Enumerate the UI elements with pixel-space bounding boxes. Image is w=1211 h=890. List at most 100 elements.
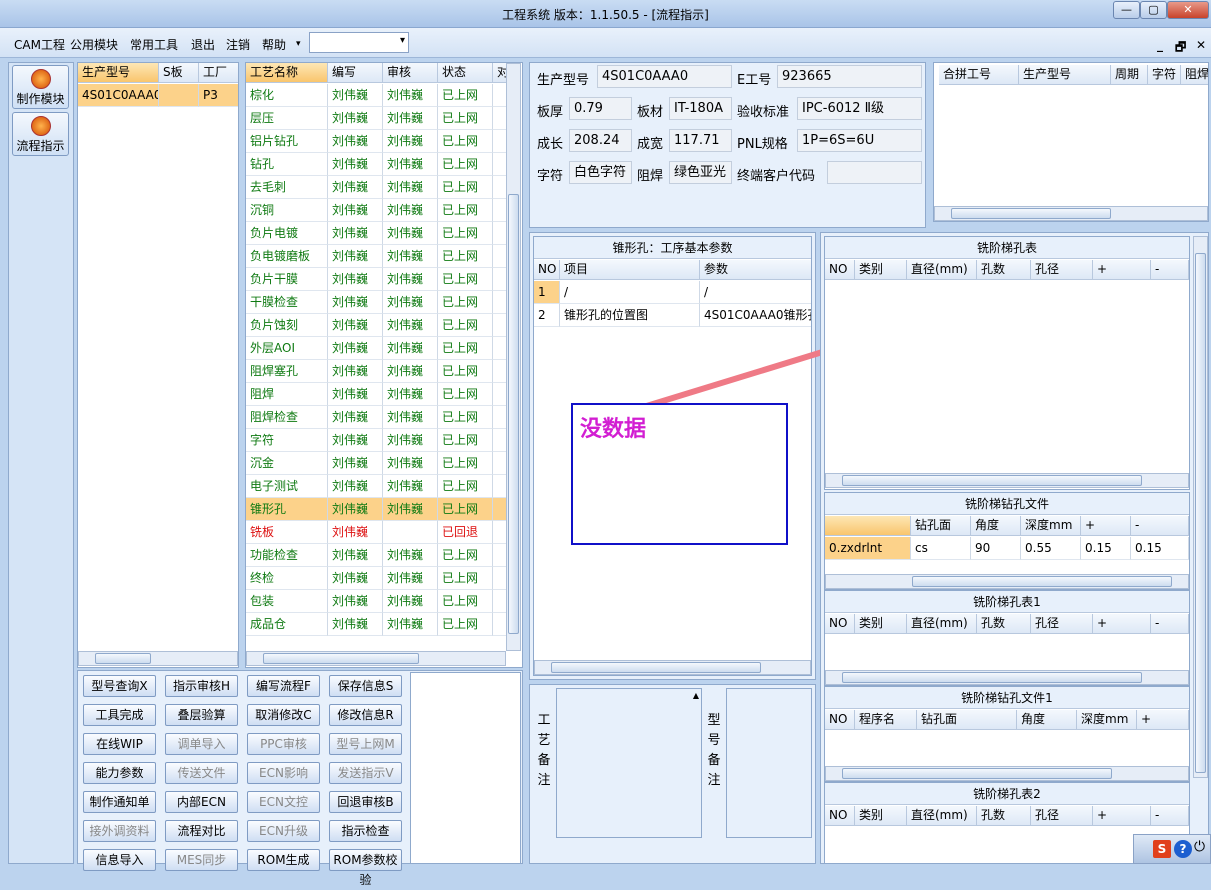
col-d1-plus[interactable]: + — [1137, 710, 1189, 730]
extra-cell[interactable] — [493, 452, 507, 475]
action-button[interactable]: 在线WIP — [83, 733, 156, 755]
input-method-icon[interactable]: S — [1153, 840, 1171, 858]
col-merge-mask[interactable]: 阻焊 — [1181, 65, 1208, 85]
col-drill-face[interactable]: 钻孔面 — [911, 516, 971, 536]
col-diameter[interactable]: 直径(mm) — [907, 614, 977, 634]
col-diameter[interactable]: 直径(mm) — [907, 806, 977, 826]
writer-cell[interactable]: 刘伟巍 — [328, 84, 383, 107]
minimize-button[interactable]: — — [1113, 1, 1140, 19]
pnl-field[interactable]: 1P=6S=6U — [797, 129, 922, 152]
params-row-no[interactable]: 2 — [534, 304, 560, 327]
writer-cell[interactable]: 刘伟巍 — [328, 590, 383, 613]
writer-cell[interactable]: 刘伟巍 — [328, 498, 383, 521]
status-cell[interactable]: 已上网 — [438, 107, 493, 130]
writer-cell[interactable]: 刘伟巍 — [328, 314, 383, 337]
status-cell[interactable]: 已上网 — [438, 268, 493, 291]
menu-exit[interactable]: 退出 — [191, 36, 215, 53]
writer-cell[interactable]: 刘伟巍 — [328, 268, 383, 291]
action-button[interactable]: 信息导入 — [83, 849, 156, 871]
sidebar-make-module[interactable]: 制作模块 — [12, 65, 69, 109]
process-name-cell[interactable]: 功能检查 — [246, 544, 328, 567]
extra-cell[interactable] — [493, 107, 507, 130]
reviewer-cell[interactable]: 刘伟巍 — [383, 107, 438, 130]
mill-drill1-hscroll[interactable] — [825, 766, 1189, 781]
action-button[interactable]: 调单导入 — [165, 733, 238, 755]
action-button[interactable]: 工具完成 — [83, 704, 156, 726]
process-name-cell[interactable]: 负片蚀刻 — [246, 314, 328, 337]
process-name-cell[interactable]: 钻孔 — [246, 153, 328, 176]
status-cell[interactable]: 已上网 — [438, 360, 493, 383]
status-cell[interactable]: 已上网 — [438, 590, 493, 613]
extra-cell[interactable] — [493, 406, 507, 429]
action-button[interactable]: 叠层验算 — [165, 704, 238, 726]
status-cell[interactable]: 已上网 — [438, 498, 493, 521]
mdi-close-button[interactable]: ✕ — [1196, 38, 1206, 52]
menu-common-module[interactable]: 公用模块 — [70, 36, 118, 53]
process-name-cell[interactable]: 成品仓 — [246, 613, 328, 636]
status-cell[interactable]: 已上网 — [438, 245, 493, 268]
action-button[interactable]: 编写流程F — [247, 675, 320, 697]
action-button[interactable]: 指示审核H — [165, 675, 238, 697]
process-name-cell[interactable]: 外层AOI — [246, 337, 328, 360]
col-no[interactable]: NO — [825, 260, 855, 280]
menu-logout[interactable]: 注销 — [226, 36, 250, 53]
reviewer-cell[interactable]: 刘伟巍 — [383, 360, 438, 383]
col-plus[interactable]: + — [1093, 260, 1151, 280]
params-row-value[interactable]: 4S01C0AAA0锥形孔 — [700, 304, 811, 327]
extra-cell[interactable] — [493, 222, 507, 245]
col-params-item[interactable]: 项目 — [560, 260, 700, 280]
process-name-cell[interactable]: 阻焊 — [246, 383, 328, 406]
sidebar-flow-indicator[interactable]: 流程指示 — [12, 112, 69, 156]
mill-drill-hscroll[interactable] — [825, 574, 1189, 589]
col-params-value[interactable]: 参数 — [700, 260, 811, 280]
reviewer-cell[interactable]: 刘伟巍 — [383, 429, 438, 452]
model-field[interactable]: 4S01C0AAA0 — [597, 65, 732, 88]
reviewer-cell[interactable]: 刘伟巍 — [383, 452, 438, 475]
action-button[interactable]: 内部ECN — [165, 791, 238, 813]
writer-cell[interactable]: 刘伟巍 — [328, 337, 383, 360]
writer-cell[interactable]: 刘伟巍 — [328, 429, 383, 452]
mdi-minimize-button[interactable]: _ — [1157, 38, 1163, 52]
thickness-field[interactable]: 0.79 — [569, 97, 632, 120]
col-minus[interactable]: - — [1151, 614, 1189, 634]
writer-cell[interactable]: 刘伟巍 — [328, 521, 383, 544]
extra-cell[interactable] — [493, 130, 507, 153]
writer-cell[interactable]: 刘伟巍 — [328, 153, 383, 176]
col-diameter[interactable]: 直径(mm) — [907, 260, 977, 280]
close-button[interactable]: ✕ — [1167, 1, 1209, 19]
status-cell[interactable]: 已上网 — [438, 337, 493, 360]
status-cell[interactable]: 已上网 — [438, 314, 493, 337]
col-drill-file[interactable] — [825, 516, 911, 536]
status-cell[interactable]: 已上网 — [438, 429, 493, 452]
status-cell[interactable]: 已回退 — [438, 521, 493, 544]
col-drill-minus[interactable]: - — [1131, 516, 1189, 536]
reviewer-cell[interactable]: 刘伟巍 — [383, 130, 438, 153]
extra-cell[interactable] — [493, 245, 507, 268]
col-hole-size[interactable]: 孔径 — [1031, 806, 1093, 826]
action-button[interactable]: ROM参数校验 — [329, 849, 402, 887]
length-field[interactable]: 208.24 — [569, 129, 632, 152]
merge-hscroll[interactable] — [934, 206, 1208, 221]
extra-cell[interactable] — [493, 383, 507, 406]
col-d1-no[interactable]: NO — [825, 710, 855, 730]
col-drill-angle[interactable]: 角度 — [971, 516, 1021, 536]
process-name-cell[interactable]: 锥形孔 — [246, 498, 328, 521]
power-icon[interactable]: ⏻ — [1194, 839, 1205, 855]
col-minus[interactable]: - — [1151, 260, 1189, 280]
action-button[interactable]: 流程对比 — [165, 820, 238, 842]
extra-cell[interactable] — [493, 337, 507, 360]
process-name-cell[interactable]: 终检 — [246, 567, 328, 590]
model-remark-field[interactable] — [726, 688, 812, 838]
writer-cell[interactable]: 刘伟巍 — [328, 383, 383, 406]
col-count[interactable]: 孔数 — [977, 806, 1031, 826]
action-button[interactable]: MES同步 — [165, 849, 238, 871]
col-status[interactable]: 状态 — [438, 63, 493, 83]
writer-cell[interactable]: 刘伟巍 — [328, 176, 383, 199]
model-cell[interactable]: 4S01C0AAA0 — [78, 84, 159, 107]
drill-angle-cell[interactable]: 90 — [971, 537, 1021, 560]
menu-cam[interactable]: CAM工程 — [14, 36, 65, 53]
col-s-board[interactable]: S板 — [159, 63, 199, 83]
process-name-cell[interactable]: 阻焊检查 — [246, 406, 328, 429]
reviewer-cell[interactable]: 刘伟巍 — [383, 544, 438, 567]
drill-face-cell[interactable]: cs — [911, 537, 971, 560]
